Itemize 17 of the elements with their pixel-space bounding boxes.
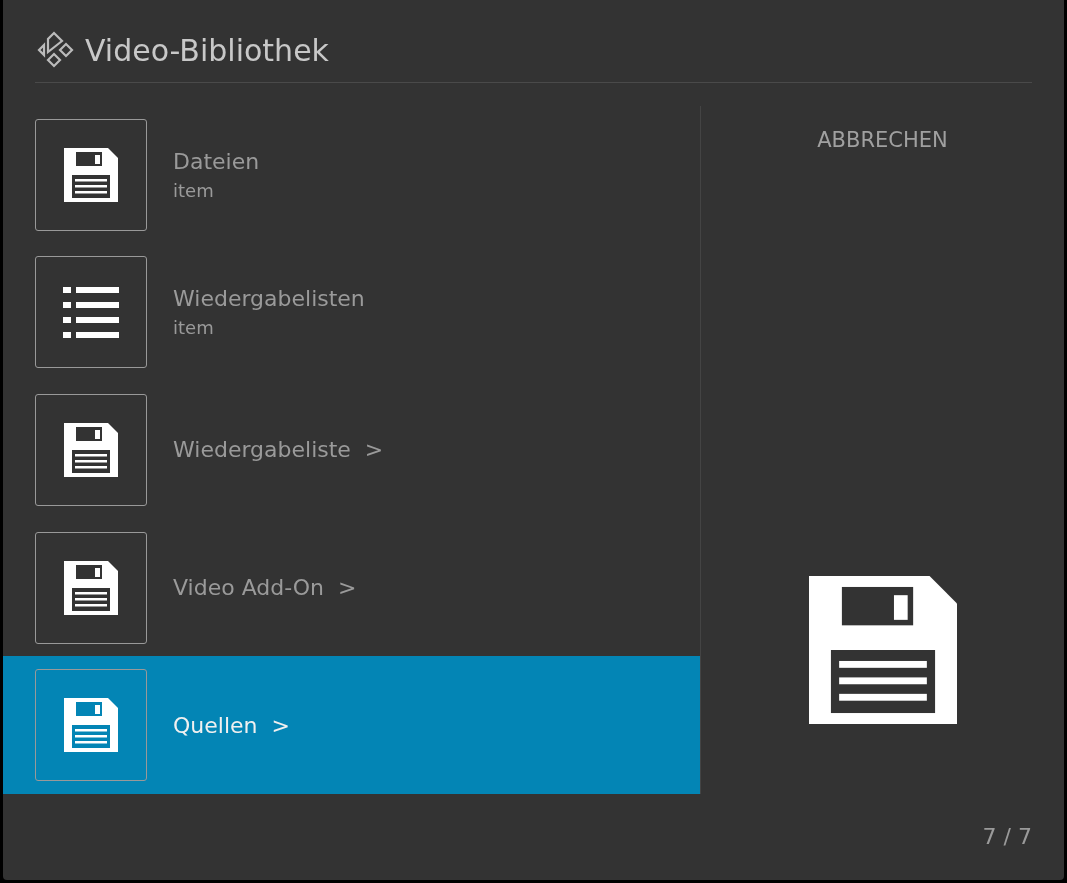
list-icon xyxy=(63,285,119,340)
item-label: Quellen > xyxy=(173,712,290,738)
item-label: Wiedergabelisten xyxy=(173,286,365,312)
list-item[interactable]: Wiedergabelisten item xyxy=(3,243,700,382)
list-item[interactable]: Quellen > xyxy=(3,656,700,794)
logo-icon xyxy=(35,30,75,70)
item-sublabel: item xyxy=(173,317,215,339)
page-counter: 7 / 7 xyxy=(982,824,1032,849)
cancel-button[interactable]: ABBRECHEN xyxy=(809,124,956,156)
item-sublabel: item xyxy=(173,179,215,201)
item-label: Video Add-On > xyxy=(173,575,357,601)
list-item[interactable]: Video Add-On > xyxy=(3,518,700,657)
item-label: Wiedergabeliste > xyxy=(173,437,384,463)
list-item[interactable]: Dateien item xyxy=(3,106,700,244)
item-label: Dateien xyxy=(173,148,260,174)
dialog-title: Video-Bibliothek xyxy=(85,32,329,68)
list-item[interactable]: Wiedergabeliste > xyxy=(3,381,700,519)
